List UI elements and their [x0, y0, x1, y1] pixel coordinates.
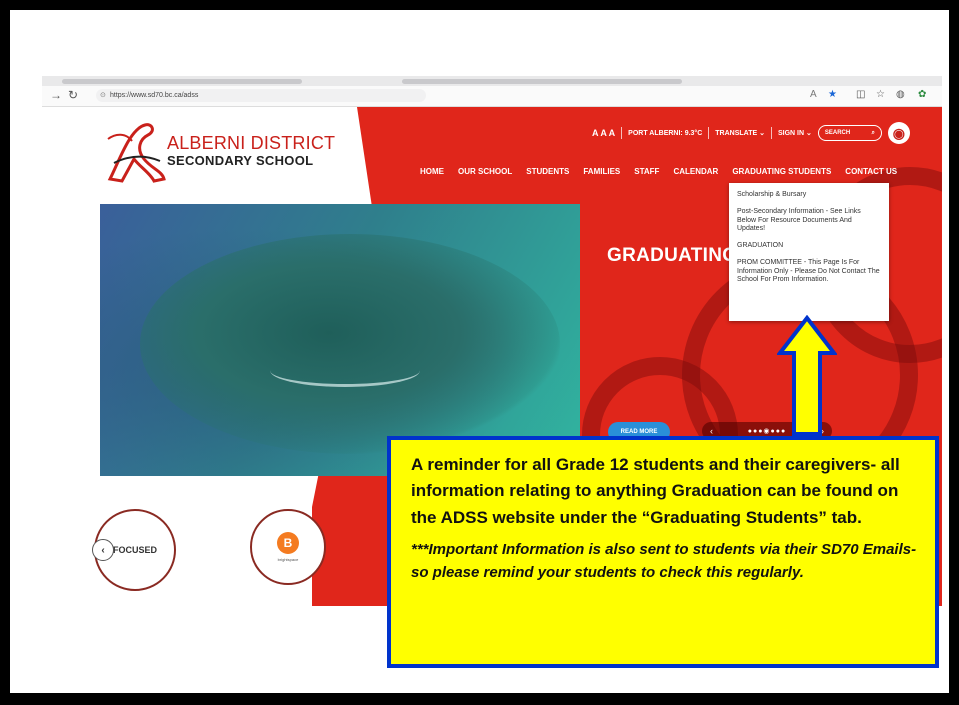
focused-partner-logo[interactable]: ‹ FOCUSED [92, 509, 176, 591]
chevron-down-icon: ⌄ [759, 130, 765, 137]
browser-tab[interactable] [402, 79, 682, 84]
district-logo-icon[interactable]: ◉ [887, 122, 910, 144]
school-name-line2[interactable]: SECONDARY SCHOOL [167, 153, 313, 168]
brightspace-label: brightspace [277, 557, 299, 562]
school-logo-icon[interactable] [100, 119, 170, 187]
extension-icon[interactable]: ✿ [918, 89, 926, 100]
dropdown-item-prom-committee[interactable]: PROM COMMITTEE - This Page Is For Inform… [737, 259, 881, 285]
slider-prev-icon[interactable]: ‹ [710, 426, 713, 436]
nav-students[interactable]: STUDENTS [526, 167, 569, 176]
favorites-icon[interactable]: ☆ [876, 89, 885, 100]
sign-in-menu[interactable]: SIGN IN ⌄ [778, 129, 812, 137]
graduating-students-dropdown: Scholarship & Bursary Post-Secondary Inf… [729, 183, 889, 321]
brightspace-partner-logo[interactable]: B brightspace [250, 509, 326, 585]
nav-graduating-students[interactable]: GRADUATING STUDENTS [732, 167, 831, 176]
dropdown-item-post-secondary[interactable]: Post-Secondary Information - See Links B… [737, 208, 881, 234]
browser-tab[interactable] [62, 79, 302, 84]
sign-in-label: SIGN IN [777, 130, 805, 137]
carousel-prev-icon[interactable]: ‹ [92, 539, 114, 561]
reminder-callout: A reminder for all Grade 12 students and… [387, 436, 939, 668]
dropdown-item-graduation[interactable]: GRADUATION [737, 242, 881, 251]
lock-icon: ⊙ [100, 92, 106, 99]
focused-label: FOCUSED [112, 545, 157, 555]
collections-icon[interactable]: ◍ [896, 89, 905, 100]
read-aloud-icon[interactable]: A [810, 89, 817, 100]
divider [770, 127, 772, 139]
nav-contact-us[interactable]: CONTACT US [845, 167, 897, 176]
main-navigation: HOME OUR SCHOOL STUDENTS FAMILIES STAFF … [420, 167, 897, 176]
translate-menu[interactable]: TRANSLATE ⌄ [715, 129, 765, 137]
divider [708, 127, 710, 139]
split-screen-icon[interactable]: ◫ [856, 89, 865, 100]
up-arrow-annotation-icon [777, 315, 837, 436]
school-name-line1[interactable]: ALBERNI DISTRICT [167, 133, 335, 154]
hero-beach [270, 354, 420, 387]
forward-arrow-icon[interactable]: → [50, 88, 62, 102]
divider [621, 127, 623, 139]
search-input[interactable]: SEARCH ⌕ [817, 125, 882, 141]
brightspace-b-icon: B [277, 532, 299, 554]
screenshot-frame: → ↻ ⊙ https://www.sd70.bc.ca/adss A ★ ◫ … [10, 10, 949, 693]
weather-text: PORT ALBERNI: 9.3°C [628, 129, 703, 137]
reminder-text: A reminder for all Grade 12 students and… [411, 455, 900, 527]
nav-staff[interactable]: STAFF [634, 167, 659, 176]
browser-toolbar: → ↻ ⊙ https://www.sd70.bc.ca/adss A ★ ◫ … [42, 86, 942, 107]
nav-families[interactable]: FAMILIES [583, 167, 620, 176]
url-text: https://www.sd70.bc.ca/adss [110, 92, 199, 99]
text-size-control[interactable]: A A A [592, 128, 615, 138]
hero-island [140, 234, 560, 454]
utility-bar: A A A PORT ALBERNI: 9.3°C TRANSLATE ⌄ SI… [592, 122, 910, 144]
translate-label: TRANSLATE [715, 130, 758, 137]
nav-home[interactable]: HOME [420, 167, 444, 176]
reload-icon[interactable]: ↻ [68, 88, 78, 102]
dropdown-item-scholarship[interactable]: Scholarship & Bursary [737, 191, 881, 200]
chevron-down-icon: ⌄ [806, 130, 812, 137]
search-placeholder: SEARCH [824, 130, 851, 136]
favorite-star-icon[interactable]: ★ [828, 89, 837, 100]
important-note: ***Important Information is also sent to… [411, 541, 917, 581]
search-icon[interactable]: ⌕ [872, 130, 875, 137]
nav-calendar[interactable]: CALENDAR [673, 167, 718, 176]
address-bar[interactable]: ⊙ https://www.sd70.bc.ca/adss [96, 89, 426, 102]
nav-our-school[interactable]: OUR SCHOOL [458, 167, 512, 176]
